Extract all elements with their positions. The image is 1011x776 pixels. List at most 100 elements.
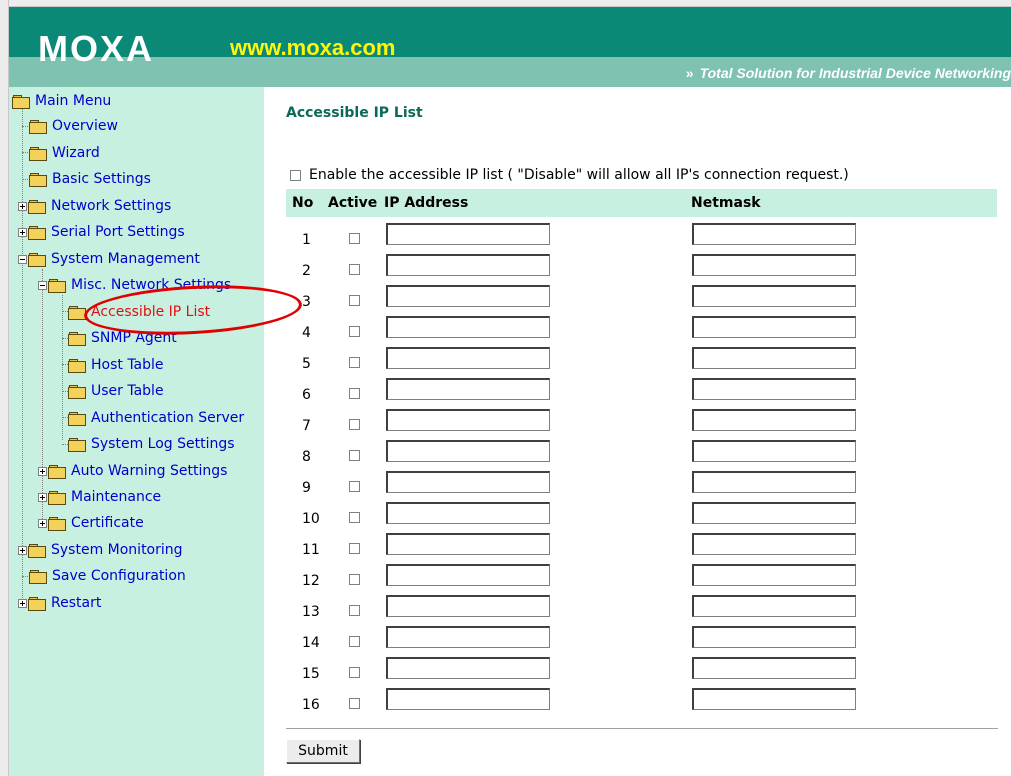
ip-address-input[interactable]	[386, 254, 550, 276]
netmask-input[interactable]	[692, 254, 856, 276]
sidebar-item-label: Wizard	[52, 145, 100, 161]
ip-address-input[interactable]	[386, 657, 550, 679]
sidebar-item-basic-settings[interactable]: Basic Settings	[29, 168, 151, 190]
open-folder-icon	[28, 252, 46, 267]
expand-icon[interactable]	[18, 201, 27, 211]
active-checkbox[interactable]	[349, 574, 360, 585]
sidebar-item-overview[interactable]: Overview	[29, 115, 118, 137]
netmask-input[interactable]	[692, 471, 856, 493]
active-checkbox[interactable]	[349, 605, 360, 616]
folder-icon	[48, 516, 66, 531]
tagline-text: Total Solution for Industrial Device Net…	[699, 65, 1011, 81]
expand-icon[interactable]	[38, 518, 47, 528]
folder-icon	[28, 596, 46, 611]
sidebar-item-wizard[interactable]: Wizard	[29, 142, 100, 164]
expand-icon[interactable]	[18, 227, 27, 237]
netmask-input[interactable]	[692, 409, 856, 431]
sidebar-item-main-menu[interactable]: Main Menu	[12, 90, 111, 112]
column-header-netmask: Netmask	[691, 195, 761, 211]
active-checkbox[interactable]	[349, 667, 360, 678]
ip-address-input[interactable]	[386, 285, 550, 307]
ip-address-input[interactable]	[386, 688, 550, 710]
active-checkbox[interactable]	[349, 698, 360, 709]
netmask-input[interactable]	[692, 316, 856, 338]
ip-address-input[interactable]	[386, 502, 550, 524]
sidebar-item-certificate[interactable]: Certificate	[38, 512, 144, 534]
active-checkbox[interactable]	[349, 512, 360, 523]
table-row: 16	[286, 688, 997, 719]
netmask-input[interactable]	[692, 564, 856, 586]
folder-icon	[68, 411, 86, 426]
expand-icon[interactable]	[18, 598, 27, 608]
sidebar-item-user-table[interactable]: User Table	[68, 380, 164, 402]
netmask-input[interactable]	[692, 688, 856, 710]
sidebar-item-system-management[interactable]: System Management	[18, 248, 200, 270]
ip-address-input[interactable]	[386, 347, 550, 369]
expand-icon[interactable]	[38, 492, 47, 502]
ip-address-input[interactable]	[386, 409, 550, 431]
table-row: 11	[286, 533, 997, 564]
active-checkbox[interactable]	[349, 419, 360, 430]
ip-address-input[interactable]	[386, 564, 550, 586]
expand-icon[interactable]	[38, 466, 47, 476]
sidebar-item-system-log-settings[interactable]: System Log Settings	[68, 433, 235, 455]
sidebar-item-network-settings[interactable]: Network Settings	[18, 195, 171, 217]
sidebar-item-serial-port-settings[interactable]: Serial Port Settings	[18, 221, 185, 243]
sidebar-item-authentication-server[interactable]: Authentication Server	[68, 407, 244, 429]
netmask-input[interactable]	[692, 502, 856, 524]
sidebar-item-system-monitoring[interactable]: System Monitoring	[18, 539, 183, 561]
active-checkbox[interactable]	[349, 357, 360, 368]
active-checkbox[interactable]	[349, 326, 360, 337]
sidebar-item-label: Auto Warning Settings	[71, 463, 228, 479]
row-number: 12	[302, 573, 320, 589]
active-checkbox[interactable]	[349, 264, 360, 275]
sidebar-item-label: Restart	[51, 595, 102, 611]
row-number: 11	[302, 542, 320, 558]
ip-address-input[interactable]	[386, 533, 550, 555]
separator	[286, 728, 998, 730]
netmask-input[interactable]	[692, 440, 856, 462]
active-checkbox[interactable]	[349, 543, 360, 554]
netmask-input[interactable]	[692, 595, 856, 617]
sidebar-item-label: Main Menu	[35, 93, 112, 109]
table-row: 14	[286, 626, 997, 657]
netmask-input[interactable]	[692, 285, 856, 307]
table-row: 13	[286, 595, 997, 626]
active-checkbox[interactable]	[349, 388, 360, 399]
enable-accessible-ip-checkbox[interactable]	[290, 169, 301, 181]
netmask-input[interactable]	[692, 657, 856, 679]
netmask-input[interactable]	[692, 223, 856, 245]
netmask-input[interactable]	[692, 378, 856, 400]
netmask-input[interactable]	[692, 347, 856, 369]
ip-address-input[interactable]	[386, 440, 550, 462]
moxa-url[interactable]: www.moxa.com	[230, 37, 395, 59]
table-row: 6	[286, 378, 997, 409]
ip-address-input[interactable]	[386, 316, 550, 338]
active-checkbox[interactable]	[349, 481, 360, 492]
active-checkbox[interactable]	[349, 450, 360, 461]
netmask-input[interactable]	[692, 533, 856, 555]
sidebar-item-host-table[interactable]: Host Table	[68, 354, 164, 376]
netmask-input[interactable]	[692, 626, 856, 648]
sidebar-item-auto-warning-settings[interactable]: Auto Warning Settings	[38, 460, 227, 482]
sidebar-item-restart[interactable]: Restart	[18, 592, 101, 614]
folder-icon	[29, 146, 47, 161]
active-checkbox[interactable]	[349, 636, 360, 647]
ip-address-input[interactable]	[386, 595, 550, 617]
ip-address-input[interactable]	[386, 378, 550, 400]
row-number: 1	[302, 232, 311, 248]
sidebar-item-maintenance[interactable]: Maintenance	[38, 486, 161, 508]
ip-address-input[interactable]	[386, 223, 550, 245]
sidebar-item-save-configuration[interactable]: Save Configuration	[29, 565, 186, 587]
expand-icon[interactable]	[18, 545, 27, 555]
ip-address-input[interactable]	[386, 471, 550, 493]
ip-address-input[interactable]	[386, 626, 550, 648]
active-checkbox[interactable]	[349, 295, 360, 306]
folder-icon	[29, 119, 47, 134]
active-checkbox[interactable]	[349, 233, 360, 244]
table-row: 2	[286, 254, 997, 285]
collapse-icon[interactable]	[38, 280, 47, 290]
tree-line	[62, 295, 63, 440]
submit-button[interactable]: Submit	[286, 739, 360, 763]
collapse-icon[interactable]	[18, 254, 27, 264]
